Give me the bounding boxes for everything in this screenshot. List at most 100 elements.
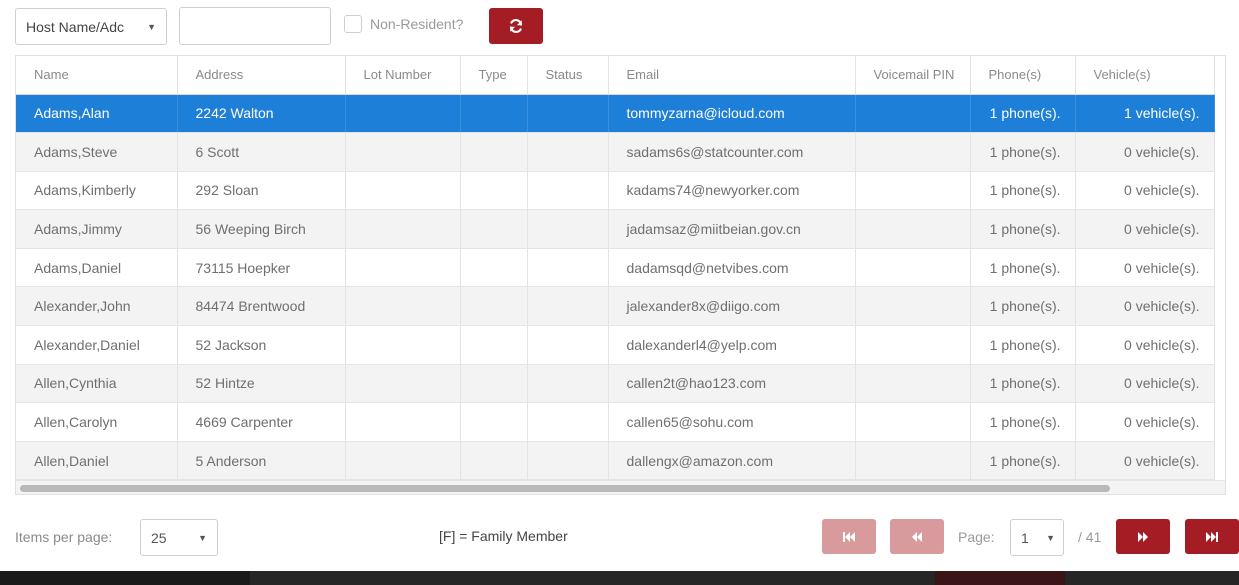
cell-status [527, 325, 609, 365]
cell-lot-number [345, 171, 461, 211]
cell-email: callen65@sohu.com [608, 402, 856, 442]
table-row[interactable]: Allen,Cynthia 52 Hintze callen2t@hao123.co… [16, 364, 1215, 404]
column-header-status[interactable]: Status [527, 56, 609, 95]
non-resident-filter[interactable]: Non-Resident? [344, 15, 463, 33]
cell-status [527, 364, 609, 404]
cell-type [460, 248, 528, 288]
previous-page-button[interactable] [890, 519, 944, 554]
cell-phones: 1 phone(s). [970, 132, 1076, 172]
background-block [935, 571, 1005, 585]
table-row[interactable]: Adams,Kimberly 292 Sloan kadams74@newyorke… [16, 171, 1215, 211]
cell-lot-number [345, 132, 461, 172]
cell-lot-number [345, 364, 461, 404]
column-header-lot-number[interactable]: Lot Number [345, 56, 461, 95]
table-row[interactable]: Adams,Steve 6 Scott sadams6s@statcounter.c… [16, 132, 1215, 172]
cell-vehicles: 0 vehicle(s). [1075, 441, 1215, 481]
cell-name: Adams,Alan [16, 94, 178, 134]
toolbar: Host Name/Adc ▼ Non-Resident? [0, 0, 1239, 50]
cell-lot-number [345, 248, 461, 288]
non-resident-checkbox[interactable] [344, 15, 362, 33]
page-total: / 41 [1078, 529, 1102, 545]
page-select[interactable]: 1 ▼ [1010, 519, 1064, 556]
grid-body: Adams,Alan 2242 Walton tommyzarna@icloud.c… [16, 94, 1215, 481]
table-row[interactable]: Alexander,Daniel 52 Jackson dalexanderl4@y… [16, 325, 1215, 365]
cell-phones: 1 phone(s). [970, 364, 1076, 404]
cell-voicemail-pin [855, 325, 971, 365]
cell-lot-number [345, 209, 461, 249]
next-page-icon [1138, 531, 1148, 542]
cell-status [527, 441, 609, 481]
cell-email: dalexanderl4@yelp.com [608, 325, 856, 365]
cell-type [460, 325, 528, 365]
cell-phones: 1 phone(s). [970, 402, 1076, 442]
cell-type [460, 364, 528, 404]
column-header-phones[interactable]: Phone(s) [970, 56, 1076, 95]
table-row[interactable]: Allen,Carolyn 4669 Carpenter callen65@sohu… [16, 402, 1215, 442]
cell-phones: 1 phone(s). [970, 325, 1076, 365]
cell-address: 52 Hintze [177, 364, 346, 404]
cell-lot-number [345, 286, 461, 327]
cell-vehicles: 0 vehicle(s). [1075, 286, 1215, 327]
cell-name: Adams,Daniel [16, 248, 178, 288]
cell-name: Alexander,John [16, 286, 178, 327]
column-header-vehicles[interactable]: Vehicle(s) [1075, 56, 1215, 95]
cell-status [527, 94, 609, 134]
cell-vehicles: 0 vehicle(s). [1075, 132, 1215, 172]
header-row: Name Address Lot Number Type Status Emai… [16, 56, 1215, 95]
first-page-icon [843, 531, 855, 542]
next-page-button[interactable] [1116, 519, 1170, 554]
cell-type [460, 132, 528, 172]
table-row[interactable]: Alexander,John 84474 Brentwood jalexander8… [16, 286, 1215, 327]
column-header-type[interactable]: Type [460, 56, 528, 95]
page-label: Page: [958, 529, 995, 545]
background-block [0, 571, 250, 585]
cell-voicemail-pin [855, 171, 971, 211]
cell-phones: 1 phone(s). [970, 286, 1076, 327]
search-input[interactable] [179, 7, 331, 45]
background-block [1005, 571, 1065, 585]
background-strip [0, 571, 1239, 585]
cell-vehicles: 0 vehicle(s). [1075, 209, 1215, 249]
cell-address: 5 Anderson [177, 441, 346, 481]
cell-voicemail-pin [855, 132, 971, 172]
column-header-email[interactable]: Email [608, 56, 856, 95]
cell-name: Adams,Jimmy [16, 209, 178, 249]
cell-address: 292 Sloan [177, 171, 346, 211]
cell-email: kadams74@newyorker.com [608, 171, 856, 211]
cell-vehicles: 0 vehicle(s). [1075, 402, 1215, 442]
cell-voicemail-pin [855, 441, 971, 481]
cell-voicemail-pin [855, 402, 971, 442]
cell-voicemail-pin [855, 248, 971, 288]
items-per-page-select[interactable]: 25 ▼ [140, 519, 218, 556]
cell-voicemail-pin [855, 286, 971, 327]
cell-address: 4669 Carpenter [177, 402, 346, 442]
last-page-icon [1206, 531, 1218, 542]
items-per-page-label: Items per page: [15, 529, 113, 545]
horizontal-scroll-thumb[interactable] [20, 485, 1110, 492]
column-header-address[interactable]: Address [177, 56, 346, 95]
cell-phones: 1 phone(s). [970, 209, 1076, 249]
horizontal-scrollbar[interactable] [16, 480, 1225, 494]
column-header-voicemail-pin[interactable]: Voicemail PIN [855, 56, 971, 95]
first-page-button[interactable] [822, 519, 876, 554]
cell-name: Allen,Daniel [16, 441, 178, 481]
table-row[interactable]: Adams,Alan 2242 Walton tommyzarna@icloud.c… [16, 94, 1215, 134]
cell-status [527, 209, 609, 249]
cell-name: Adams,Steve [16, 132, 178, 172]
chevron-down-icon: ▼ [198, 532, 207, 543]
column-header-name[interactable]: Name [16, 56, 178, 95]
table-row[interactable]: Adams,Daniel 73115 Hoepker dadamsqd@netvib… [16, 248, 1215, 288]
cell-lot-number [345, 94, 461, 134]
search-field-select[interactable]: Host Name/Adc ▼ [15, 8, 167, 45]
last-page-button[interactable] [1185, 519, 1239, 554]
cell-address: 2242 Walton [177, 94, 346, 134]
family-member-note: [F] = Family Member [439, 528, 568, 544]
cell-status [527, 132, 609, 172]
cell-status [527, 402, 609, 442]
refresh-icon [509, 18, 523, 34]
table-row[interactable]: Adams,Jimmy 56 Weeping Birch jadamsaz@miit… [16, 209, 1215, 249]
cell-address: 6 Scott [177, 132, 346, 172]
refresh-button[interactable] [489, 8, 543, 44]
table-row[interactable]: Allen,Daniel 5 Anderson dallengx@amazon.co… [16, 441, 1215, 481]
page-select-value: 1 [1021, 529, 1029, 546]
